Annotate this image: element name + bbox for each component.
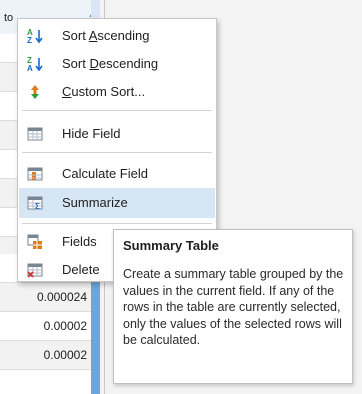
custom-sort-icon bbox=[31, 85, 39, 99]
menu-item-label: Sort Descending bbox=[62, 56, 159, 71]
menu-item-label: Custom Sort... bbox=[62, 84, 146, 99]
menu-separator bbox=[22, 110, 212, 111]
tooltip-title: Summary Table bbox=[123, 238, 219, 253]
menu-item-hide-field[interactable]: Hide Field bbox=[19, 120, 215, 148]
tooltip-body: Create a summary table grouped by the va… bbox=[123, 267, 344, 347]
summarize-icon: Σ bbox=[27, 196, 43, 211]
sort-ascending-icon: A Z bbox=[27, 28, 43, 44]
menu-item-label: Sort Ascending bbox=[62, 28, 150, 43]
menu-item-label: Hide Field bbox=[62, 126, 121, 141]
svg-text:Z: Z bbox=[27, 36, 32, 44]
hide-field-icon bbox=[27, 127, 43, 141]
fields-icon bbox=[27, 234, 42, 249]
table-cell[interactable]: 0.000024 bbox=[0, 283, 91, 312]
svg-text:A: A bbox=[27, 64, 33, 72]
menu-item-custom-sort[interactable]: Custom Sort... bbox=[19, 78, 215, 106]
menu-item-sort-descending[interactable]: Z A Sort Descending bbox=[19, 50, 215, 78]
menu-item-sort-ascending[interactable]: A Z Sort Ascending bbox=[19, 22, 215, 50]
menu-item-label: Delete bbox=[62, 262, 100, 277]
menu-item-label: Fields bbox=[62, 234, 97, 249]
menu-item-calculate-field[interactable]: Calculate Field bbox=[19, 160, 215, 188]
menu-item-label: Summarize bbox=[62, 195, 128, 210]
summary-table-tooltip: Summary Table Create a summary table gro… bbox=[113, 229, 353, 384]
menu-separator bbox=[22, 152, 212, 153]
sort-descending-icon: Z A bbox=[27, 56, 43, 72]
column-header-label: to bbox=[4, 12, 14, 24]
delete-field-icon bbox=[27, 263, 43, 278]
menu-item-label: Calculate Field bbox=[62, 166, 148, 181]
table-cell[interactable]: 0.00002 bbox=[0, 312, 91, 341]
table-cell[interactable]: 0.00002 bbox=[0, 341, 91, 370]
svg-text:Σ: Σ bbox=[35, 202, 40, 211]
calculate-field-icon bbox=[27, 167, 43, 181]
menu-separator bbox=[22, 223, 212, 224]
menu-item-summarize[interactable]: Σ Summarize bbox=[19, 188, 215, 218]
